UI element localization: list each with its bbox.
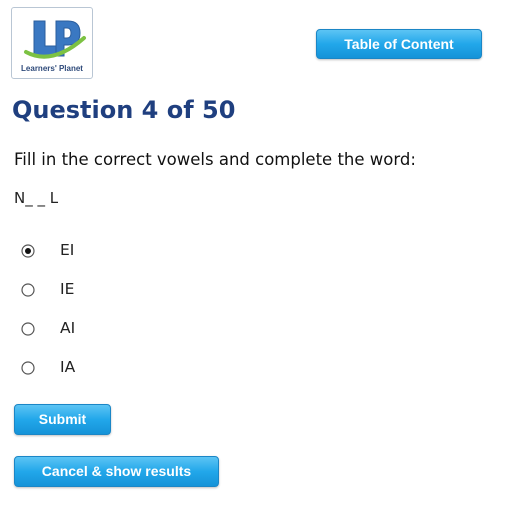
word-to-complete: N_ _ L xyxy=(14,189,59,207)
option-ei[interactable]: EI xyxy=(21,240,321,264)
submit-button[interactable]: Submit xyxy=(14,404,111,435)
option-label: IE xyxy=(60,280,75,298)
question-title: Question 4 of 50 xyxy=(12,96,236,124)
option-ie[interactable]: IE xyxy=(21,279,321,303)
question-prompt: Fill in the correct vowels and complete … xyxy=(14,150,416,169)
radio-unselected-icon[interactable] xyxy=(21,322,35,336)
option-label: IA xyxy=(60,358,76,376)
option-label: AI xyxy=(60,319,76,337)
quiz-page: Learners' Planet Table of Content Questi… xyxy=(0,0,507,512)
option-label: EI xyxy=(60,241,75,259)
table-of-content-button[interactable]: Table of Content xyxy=(316,29,482,59)
radio-selected-icon[interactable] xyxy=(21,244,35,258)
option-ai[interactable]: AI xyxy=(21,318,321,342)
radio-unselected-icon[interactable] xyxy=(21,283,35,297)
logo-text: Learners' Planet xyxy=(21,64,83,73)
learners-planet-logo: Learners' Planet xyxy=(11,7,93,79)
radio-unselected-icon[interactable] xyxy=(21,361,35,375)
cancel-show-results-button[interactable]: Cancel & show results xyxy=(14,456,219,487)
option-ia[interactable]: IA xyxy=(21,357,321,381)
